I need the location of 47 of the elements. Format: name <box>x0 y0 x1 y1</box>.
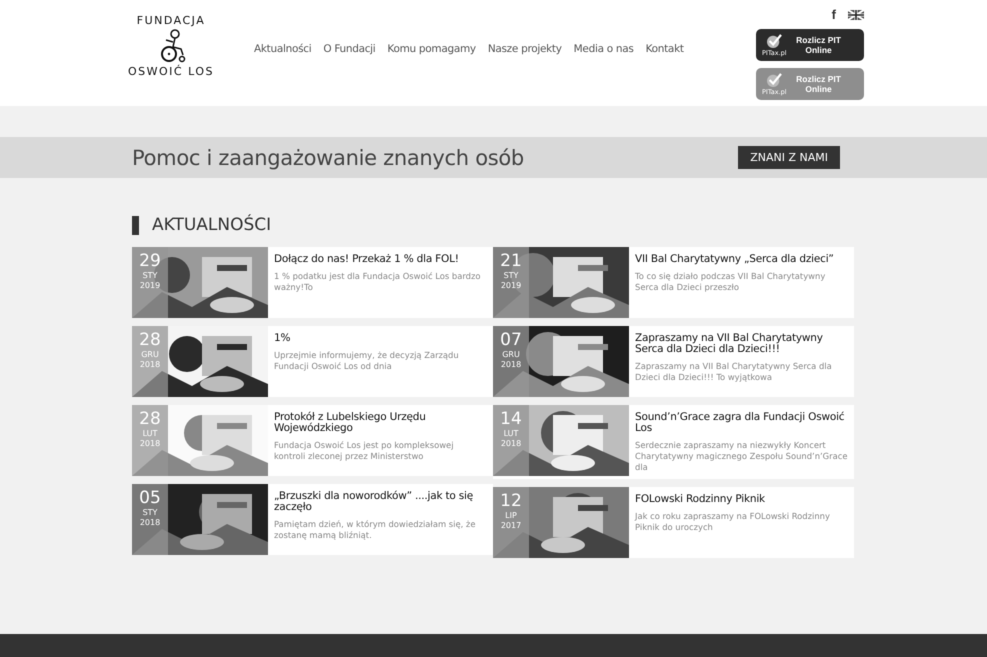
news-card[interactable]: 21 STY 2019 VII Bal Charytatywny „Serca dla dzieci” To co się działo podczas VII Bal Charytatywny Serca dla Dzieci przeszło <box>493 247 854 318</box>
nav-link[interactable]: Kontakt <box>646 43 684 55</box>
date-badge: 07 GRU 2018 <box>493 326 529 397</box>
znani-button[interactable]: ZNANI Z NAMI <box>738 146 840 169</box>
news-card[interactable]: 12 LIP 2017 FOLowski Rodzinny Piknik Jak co roku zapraszamy na FOLowski Rodzinny Piknik do uroczych <box>493 487 854 558</box>
banner-title: Pomoc i zaangażowanie znanych osób <box>132 146 524 170</box>
news-title: Zapraszamy na VII Bal Charytatywny Serca dla Dzieci dla Dzieci!!! <box>635 333 824 355</box>
news-title: VII Bal Charytatywny „Serca dla dzieci” <box>635 254 835 265</box>
date-badge: 14 LUT 2018 <box>493 405 529 476</box>
nav-link[interactable]: Media o nas <box>574 43 634 55</box>
nav-link[interactable]: O Fundacji <box>323 43 376 55</box>
date-badge: 05 STY 2018 <box>132 484 168 555</box>
logo-text: OSWOIĆ LOS <box>128 65 214 78</box>
news-title: „Brzuszki dla noworodków” ....jak to się zaczęło <box>274 491 474 513</box>
date-badge: 28 LUT 2018 <box>132 405 168 476</box>
news-title: 1% <box>274 333 292 344</box>
news-title: Dołącz do nas! Przekaż 1 % dla FOL! <box>274 254 460 265</box>
nav-link[interactable]: Komu pomagamy <box>387 43 476 55</box>
news-excerpt: Serdecznie zapraszamy na niezwykły Koncert Charytatywny magicznego Zespołu Sound’n’Grace dla <box>635 440 848 473</box>
nav-link[interactable]: Aktualności <box>254 43 312 55</box>
news-card[interactable]: 05 STY 2018 „Brzuszki dla noworodków” ....jak to się zaczęło Pamiętam dzień, w którym dowiedziałam się, że zostanę mamą bliźniąt. <box>132 484 493 555</box>
news-title: Protokół z Lubelskiego Urzędu Wojewódzkiego <box>274 412 427 434</box>
nav-link[interactable]: Nasze projekty <box>488 43 562 55</box>
news-excerpt: Uprzejmie informujemy, że decyzją Zarządu Fundacji Oswoić Los od dnia <box>274 350 460 372</box>
news-excerpt: To co się działo podczas VII Bal Charytatywny Serca dla Dzieci przeszło <box>635 271 826 293</box>
news-card[interactable]: 29 STY 2019 Dołącz do nas! Przekaż 1 % dla FOL! 1 % podatku jest dla Fundacja Oswoić Los bardzo ważny!To <box>132 247 493 318</box>
section-heading: AKTUALNOŚCI <box>132 216 855 235</box>
date-badge: 28 GRU 2018 <box>132 326 168 397</box>
news-title: Sound’n’Grace zagra dla Fundacji Oswoić Los <box>635 412 846 434</box>
news-title: FOLowski Rodzinny Piknik <box>635 494 766 505</box>
logo[interactable]: FUNDACJA OSWOIĆ LOS <box>128 14 214 78</box>
logo-text: FUNDACJA <box>136 14 206 27</box>
news-excerpt: Zapraszamy na VII Bal Charytatywny Serca dla Dzieci dla Dzieci!!! To wyjątkowa <box>635 361 833 383</box>
news-card[interactable]: 07 GRU 2018 Zapraszamy na VII Bal Charytatywny Serca dla Dzieci dla Dzieci!!! Zapraszamy na VII Bal Charytatywny Serca dla Dzieci dla Dzieci!!! To wyjątkowa <box>493 326 854 397</box>
date-badge: 12 LIP 2017 <box>493 487 529 558</box>
news-card[interactable]: 28 LUT 2018 Protokół z Lubelskiego Urzędu Wojewódzkiego Fundacja Oswoić Los jest po kompleksowej kontroli zleconej przez Ministerstwo <box>132 405 493 476</box>
flag-icon[interactable] <box>848 10 864 20</box>
news-card[interactable]: 14 LUT 2018 Sound’n’Grace zagra dla Fundacji Oswoić Los Serdecznie zapraszamy na niezwykły Koncert Charytatywny magicznego Zespołu Sound’n’Grace dla <box>493 405 854 479</box>
news-card[interactable]: 28 GRU 2018 1% Uprzejmie informujemy, że decyzją Zarządu Fundacji Oswoić Los od dnia <box>132 326 493 397</box>
news-excerpt: Pamiętam dzień, w którym dowiedziałam się, że zostanę mamą bliźniąt. <box>274 519 476 541</box>
news-excerpt: Jak co roku zapraszamy na FOLowski Rodzinny Piknik do uroczych <box>635 511 831 533</box>
checkmark-icon <box>765 34 784 48</box>
news-excerpt: Fundacja Oswoić Los jest po kompleksowej kontroli zleconej przez Ministerstwo <box>274 440 455 462</box>
date-badge: 21 STY 2019 <box>493 247 529 318</box>
checkmark-icon <box>765 72 784 86</box>
facebook-icon[interactable]: f <box>832 8 836 22</box>
news-excerpt: 1 % podatku jest dla Fundacja Oswoić Los bardzo ważny!To <box>274 271 482 293</box>
